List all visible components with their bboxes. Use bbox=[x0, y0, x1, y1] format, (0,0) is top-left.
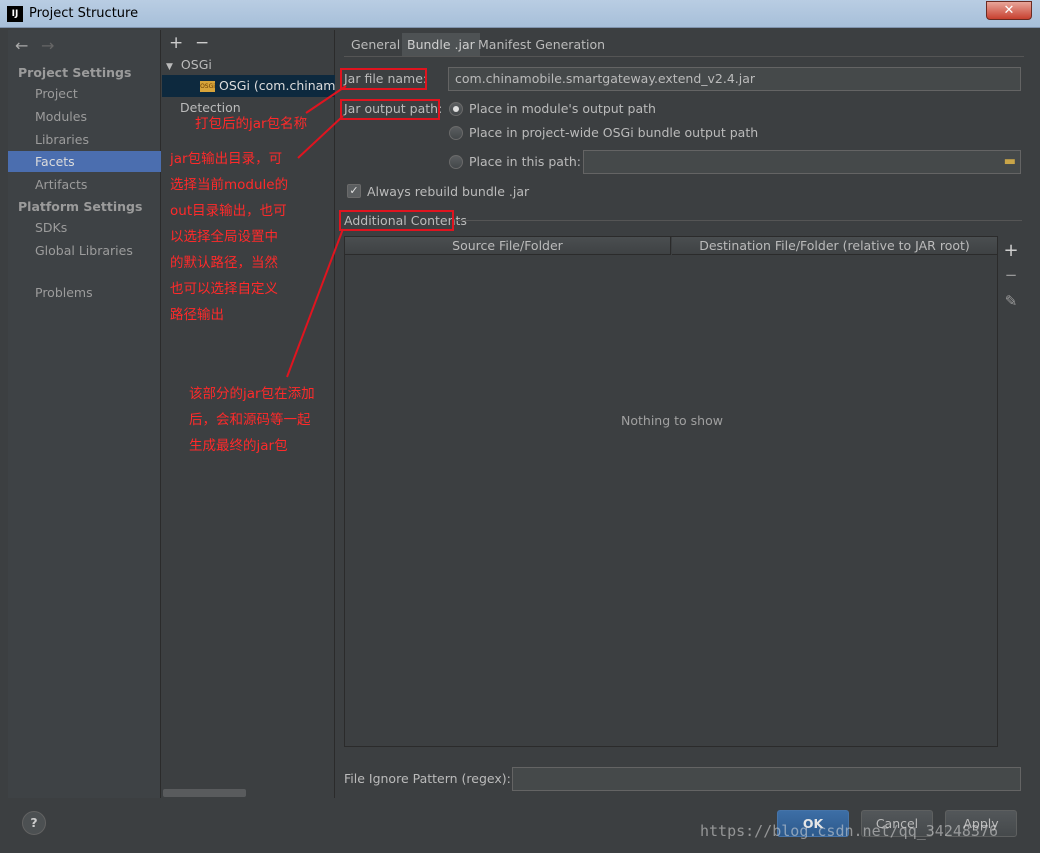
additional-contents-table[interactable]: Source File/Folder Destination File/Fold… bbox=[344, 236, 998, 747]
annotation-line: 生成最终的jar包 bbox=[189, 438, 288, 454]
add-row-icon[interactable]: + bbox=[1001, 240, 1021, 261]
osgi-icon: OSGi bbox=[200, 81, 215, 92]
annotation-line: jar包输出目录，可 bbox=[170, 151, 283, 167]
tree-node-osgi-facet[interactable]: OSGi OSGi (com.chinamobile bbox=[162, 75, 335, 97]
tree-node-osgi-label: OSGi bbox=[180, 57, 212, 72]
annotation-box-jar-file-name bbox=[340, 68, 427, 90]
window-title: Project Structure bbox=[29, 6, 139, 21]
title-bar: IJ Project Structure ✕ bbox=[0, 0, 1040, 28]
tab-general[interactable]: General bbox=[346, 33, 405, 56]
radio-module-output[interactable] bbox=[449, 102, 463, 116]
sidebar-item-global-libraries[interactable]: Global Libraries bbox=[8, 240, 161, 261]
tabs-divider bbox=[344, 56, 1024, 57]
tab-bundle-jar[interactable]: Bundle .jar bbox=[402, 33, 480, 56]
remove-row-icon[interactable]: − bbox=[1001, 266, 1021, 284]
facet-settings-panel: General Bundle .jar Manifest Generation … bbox=[336, 30, 1032, 798]
annotation-jar-name-text: 打包后的jar包名称 bbox=[195, 116, 308, 132]
annotation-output-path-text: jar包输出目录，可 选择当前module的 out目录输出，也可 以选择全局设… bbox=[170, 146, 288, 328]
empty-state-text: Nothing to show bbox=[621, 413, 723, 428]
radio-module-output-label[interactable]: Place in module's output path bbox=[469, 101, 656, 116]
tree-node-osgi-facet-label: OSGi (com.chinamobile bbox=[219, 78, 335, 93]
back-arrow-icon[interactable]: ← bbox=[15, 36, 28, 55]
column-header-source[interactable]: Source File/Folder bbox=[345, 237, 671, 255]
section-divider bbox=[456, 220, 1022, 221]
tab-manifest-generation[interactable]: Manifest Generation bbox=[473, 33, 610, 56]
jar-file-name-input[interactable]: com.chinamobile.smartgateway.extend_v2.4… bbox=[448, 67, 1021, 91]
intellij-app-icon: IJ bbox=[7, 6, 23, 22]
project-settings-header: Project Settings bbox=[18, 65, 132, 80]
forward-arrow-icon[interactable]: → bbox=[41, 36, 54, 55]
always-rebuild-checkbox[interactable]: ✓ bbox=[347, 184, 361, 198]
annotation-line: 后，会和源码等一起 bbox=[189, 412, 311, 428]
annotation-box-additional-contents bbox=[339, 210, 454, 231]
radio-project-output-label[interactable]: Place in project-wide OSGi bundle output… bbox=[469, 125, 758, 140]
help-button[interactable]: ? bbox=[22, 811, 46, 835]
sidebar-item-sdks[interactable]: SDKs bbox=[8, 217, 161, 238]
sidebar-item-facets[interactable]: Facets bbox=[8, 151, 161, 172]
watermark-text: https://blog.csdn.net/qq_34248376 bbox=[700, 822, 999, 840]
annotation-line: 选择当前module的 bbox=[170, 177, 289, 193]
annotation-line: 以选择全局设置中 bbox=[170, 229, 278, 245]
annotation-line: 路径输出 bbox=[170, 307, 224, 323]
column-header-destination[interactable]: Destination File/Folder (relative to JAR… bbox=[672, 237, 997, 255]
annotation-box-jar-output-path bbox=[340, 99, 440, 120]
edit-pencil-icon[interactable]: ✎ bbox=[1001, 292, 1021, 310]
add-icon[interactable]: + bbox=[169, 33, 183, 53]
annotation-additional-contents-text: 该部分的jar包在添加 后，会和源码等一起 生成最终的jar包 bbox=[189, 381, 315, 459]
annotation-line: 该部分的jar包在添加 bbox=[189, 386, 315, 402]
sidebar-item-modules[interactable]: Modules bbox=[8, 106, 161, 127]
settings-sidebar: ← → Project Settings Project Modules Lib… bbox=[8, 30, 161, 798]
radio-custom-path-label[interactable]: Place in this path: bbox=[469, 154, 581, 169]
sidebar-item-libraries[interactable]: Libraries bbox=[8, 129, 161, 150]
tree-node-osgi[interactable]: ▼ OSGi bbox=[166, 57, 212, 72]
radio-custom-path[interactable] bbox=[449, 155, 463, 169]
close-button[interactable]: ✕ bbox=[986, 1, 1032, 20]
expand-triangle-icon[interactable]: ▼ bbox=[166, 62, 173, 72]
annotation-line: 也可以选择自定义 bbox=[170, 281, 278, 297]
horizontal-scrollbar[interactable] bbox=[163, 789, 246, 797]
platform-settings-header: Platform Settings bbox=[18, 199, 143, 214]
annotation-line: out目录输出，也可 bbox=[170, 203, 287, 219]
file-ignore-pattern-input[interactable] bbox=[512, 767, 1021, 791]
sidebar-item-artifacts[interactable]: Artifacts bbox=[8, 174, 161, 195]
sidebar-item-problems[interactable]: Problems bbox=[8, 282, 161, 303]
custom-path-input[interactable]: ▬ bbox=[583, 150, 1021, 174]
always-rebuild-label[interactable]: Always rebuild bundle .jar bbox=[367, 184, 529, 199]
sidebar-item-project[interactable]: Project bbox=[8, 83, 161, 104]
folder-icon[interactable]: ▬ bbox=[1004, 151, 1016, 173]
radio-project-output[interactable] bbox=[449, 126, 463, 140]
remove-icon[interactable]: − bbox=[195, 33, 209, 53]
annotation-line: 的默认路径，当然 bbox=[170, 255, 278, 271]
file-ignore-pattern-label: File Ignore Pattern (regex): bbox=[344, 771, 511, 786]
